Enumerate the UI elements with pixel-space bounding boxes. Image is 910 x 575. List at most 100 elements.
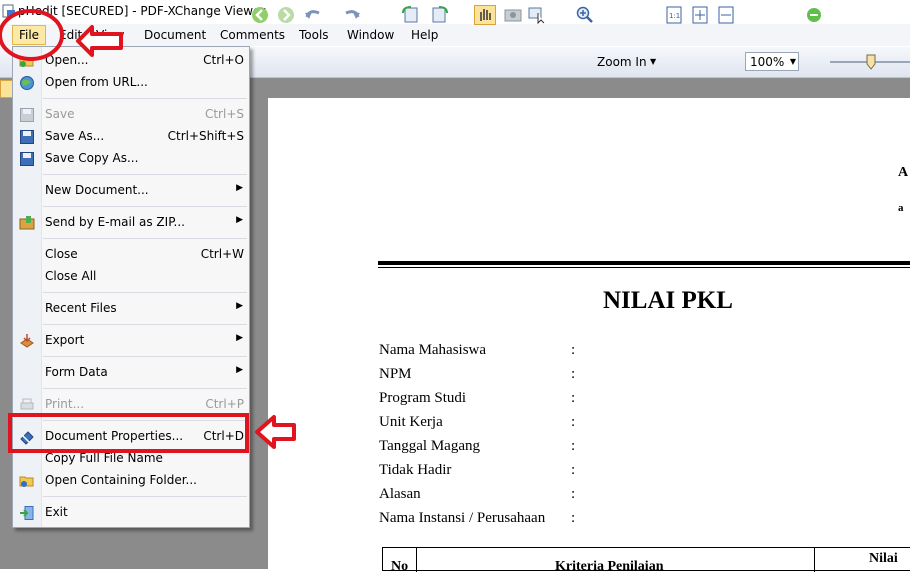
- forward-icon[interactable]: [276, 5, 296, 25]
- rotate-left-icon[interactable]: [400, 5, 422, 25]
- field-label: Nama Mahasiswa: [379, 342, 487, 358]
- menu-item-save[interactable]: Save Ctrl+S: [13, 105, 249, 125]
- menu-item-print[interactable]: Print... Ctrl+P: [13, 395, 249, 415]
- header-text-fragment: a: [898, 202, 904, 214]
- table-header-kriteria: Kriteria Penilaian: [555, 559, 664, 574]
- menu-separator: [43, 356, 247, 357]
- zoom-level-select[interactable]: 100% ▼: [745, 52, 799, 71]
- title-bar: pHedit [SECURED] - PDF-XChange Viewer: [0, 0, 910, 24]
- menu-item-save-as[interactable]: Save As... Ctrl+Shift+S: [13, 127, 249, 147]
- pdf-page: A a NILAI PKL Nama Mahasiswa : NPM : Pro…: [268, 98, 910, 574]
- email-zip-icon: [19, 216, 35, 230]
- menu-item-new-document[interactable]: New Document... ▶: [13, 181, 249, 201]
- chevron-down-icon: ▼: [789, 57, 796, 66]
- zoom-slider-thumb[interactable]: [866, 54, 876, 70]
- globe-icon: [20, 76, 34, 90]
- app-icon: [2, 4, 15, 18]
- select-text-icon[interactable]: [526, 5, 548, 25]
- menu-item-form-data[interactable]: Form Data ▶: [13, 363, 249, 383]
- print-icon: [20, 398, 34, 410]
- zoom-in-icon[interactable]: [575, 5, 595, 25]
- export-icon: [20, 334, 34, 348]
- exit-icon: [20, 506, 34, 520]
- menu-document[interactable]: Document: [144, 28, 206, 42]
- field-separator: :: [571, 510, 576, 526]
- back-icon[interactable]: [250, 5, 270, 25]
- save-copy-icon: [20, 152, 34, 166]
- menu-separator: [43, 98, 247, 99]
- menu-item-exit[interactable]: Exit: [13, 503, 249, 523]
- fit-page-icon[interactable]: [691, 5, 709, 25]
- menu-view[interactable]: View: [96, 28, 124, 42]
- menu-separator: [43, 420, 247, 421]
- menu-item-send-email-zip[interactable]: Send by E-mail as ZIP... ▶: [13, 213, 249, 233]
- save-as-icon: [20, 130, 34, 144]
- field-separator: :: [571, 486, 576, 502]
- header-rule: [378, 261, 910, 265]
- menu-file[interactable]: File: [12, 25, 46, 45]
- submenu-arrow-icon: ▶: [236, 183, 243, 193]
- menu-separator: [43, 496, 247, 497]
- snapshot-icon[interactable]: [502, 5, 524, 25]
- submenu-arrow-icon: ▶: [236, 333, 243, 343]
- menu-help[interactable]: Help: [411, 28, 438, 42]
- field-separator: :: [571, 342, 576, 358]
- menu-item-close[interactable]: Close Ctrl+W: [13, 245, 249, 265]
- menu-item-save-copy-as[interactable]: Save Copy As...: [13, 149, 249, 169]
- menu-separator: [43, 206, 247, 207]
- zoom-level-value: 100%: [750, 55, 785, 69]
- menu-tools[interactable]: Tools: [299, 28, 329, 42]
- table-divider: [814, 548, 815, 572]
- field-separator: :: [571, 462, 576, 478]
- table-header-no: No: [391, 559, 409, 574]
- zoom-in-label[interactable]: Zoom In: [597, 55, 647, 69]
- document-properties-icon: [20, 431, 34, 445]
- menu-separator: [43, 174, 247, 175]
- menu-item-copy-full-file-name[interactable]: Copy Full File Name: [13, 449, 249, 469]
- field-separator: :: [571, 390, 576, 406]
- file-dropdown-menu: Open... Ctrl+O Open from URL... Save Ctr…: [12, 46, 250, 528]
- menu-edit[interactable]: Edit: [59, 28, 82, 42]
- submenu-arrow-icon: ▶: [236, 365, 243, 375]
- header-rule: [378, 267, 910, 268]
- undo-icon[interactable]: [303, 5, 325, 25]
- menu-item-close-all[interactable]: Close All: [13, 267, 249, 287]
- rotate-right-icon[interactable]: [428, 5, 452, 25]
- folder-open-icon: [19, 56, 34, 67]
- menu-bar: [0, 24, 910, 46]
- menu-separator: [43, 324, 247, 325]
- menu-item-open-url[interactable]: Open from URL...: [13, 73, 249, 93]
- svg-text:1:1: 1:1: [669, 12, 680, 20]
- zoom-out-icon[interactable]: [805, 5, 823, 25]
- menu-separator: [43, 388, 247, 389]
- menu-separator: [43, 238, 247, 239]
- table-divider: [416, 548, 417, 572]
- menu-item-export[interactable]: Export ▶: [13, 331, 249, 351]
- field-label: Nama Instansi / Perusahaan: [379, 510, 546, 526]
- menu-item-document-properties[interactable]: Document Properties... Ctrl+D: [13, 427, 249, 447]
- menu-separator: [43, 292, 247, 293]
- menu-window[interactable]: Window: [347, 28, 394, 42]
- table-header-nilai: Nilai: [869, 551, 898, 566]
- actual-size-icon[interactable]: 1:1: [665, 5, 683, 25]
- fit-width-icon[interactable]: [717, 5, 735, 25]
- menu-item-open-containing-folder[interactable]: Open Containing Folder...: [13, 471, 249, 491]
- menu-item-open[interactable]: Open... Ctrl+O: [13, 51, 249, 71]
- document-heading: NILAI PKL: [603, 287, 733, 314]
- field-label: Program Studi: [379, 390, 467, 406]
- folder-icon: [19, 476, 34, 487]
- hand-tool-icon[interactable]: [474, 5, 496, 25]
- field-separator: :: [571, 366, 576, 382]
- redo-icon[interactable]: [340, 5, 362, 25]
- field-label: Tanggal Magang: [379, 438, 481, 454]
- field-label: Unit Kerja: [379, 414, 443, 430]
- zoom-in-dropdown-icon[interactable]: ▼: [650, 57, 656, 66]
- field-label: Tidak Hadir: [379, 462, 452, 478]
- menu-comments[interactable]: Comments: [220, 28, 285, 42]
- score-table: No Kriteria Penilaian Nilai: [382, 547, 910, 574]
- menu-item-recent-files[interactable]: Recent Files ▶: [13, 299, 249, 319]
- field-label: NPM: [379, 366, 412, 382]
- save-icon: [20, 108, 34, 122]
- field-label: Alasan: [379, 486, 421, 502]
- submenu-arrow-icon: ▶: [236, 301, 243, 311]
